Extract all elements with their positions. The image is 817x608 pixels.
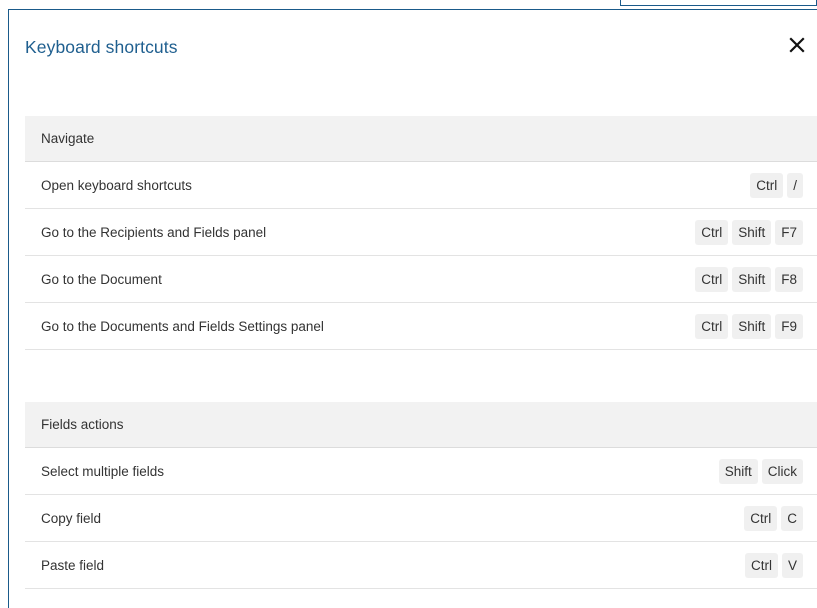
shortcut-row: Select multiple fields Shift Click: [25, 448, 817, 495]
shortcut-row: Copy field Ctrl C: [25, 495, 817, 542]
key-badge: F8: [775, 266, 803, 292]
shortcut-keys: Ctrl /: [750, 172, 803, 198]
shortcut-label: Open keyboard shortcuts: [41, 177, 192, 193]
key-badge: C: [781, 505, 803, 531]
shortcut-row: Paste field Ctrl V: [25, 542, 817, 589]
close-icon: [786, 34, 808, 56]
key-badge: Shift: [718, 458, 758, 484]
close-button[interactable]: [786, 34, 808, 56]
key-badge: V: [781, 552, 803, 578]
shortcut-keys: Ctrl C: [744, 505, 803, 531]
shortcut-label: Copy field: [41, 510, 102, 526]
key-badge: Ctrl: [750, 172, 784, 198]
key-badge: Ctrl: [695, 313, 729, 339]
shortcut-keys: Ctrl Shift F7: [695, 219, 803, 245]
shortcut-row: Open keyboard shortcuts Ctrl /: [25, 162, 817, 209]
shortcut-keys: Ctrl Shift F8: [695, 266, 803, 292]
key-badge: Shift: [732, 266, 772, 292]
shortcut-label: Paste field: [41, 557, 105, 573]
dialog-title: Keyboard shortcuts: [25, 37, 178, 57]
shortcut-keys: Shift Click: [718, 458, 803, 484]
section-header-fields-actions: Fields actions: [25, 402, 817, 448]
dialog-header: Keyboard shortcuts: [9, 10, 817, 88]
key-badge: Ctrl: [744, 552, 778, 578]
key-badge: F7: [775, 219, 803, 245]
shortcut-label: Go to the Document: [41, 271, 162, 287]
page: Keyboard shortcuts Navigate Open keyboar…: [0, 0, 817, 608]
keyboard-shortcuts-dialog: Keyboard shortcuts Navigate Open keyboar…: [8, 9, 817, 608]
shortcut-label: Go to the Documents and Fields Settings …: [41, 318, 324, 334]
key-badge: Ctrl: [744, 505, 778, 531]
background-panel-edge: [620, 0, 817, 6]
key-badge: F9: [775, 313, 803, 339]
key-badge: Ctrl: [695, 219, 729, 245]
section-header-navigate: Navigate: [25, 116, 817, 162]
shortcut-row: Go to the Recipients and Fields panel Ct…: [25, 209, 817, 256]
key-badge: Shift: [732, 313, 772, 339]
shortcut-label: Go to the Recipients and Fields panel: [41, 224, 267, 240]
shortcut-row: Go to the Documents and Fields Settings …: [25, 303, 817, 350]
key-badge: Ctrl: [695, 266, 729, 292]
shortcuts-list: Navigate Open keyboard shortcuts Ctrl / …: [25, 116, 817, 589]
shortcut-label: Select multiple fields: [41, 463, 165, 479]
key-badge: Click: [761, 458, 803, 484]
shortcut-keys: Ctrl V: [744, 552, 803, 578]
shortcut-keys: Ctrl Shift F9: [695, 313, 803, 339]
key-badge: /: [787, 172, 803, 198]
shortcut-row: Go to the Document Ctrl Shift F8: [25, 256, 817, 303]
key-badge: Shift: [732, 219, 772, 245]
